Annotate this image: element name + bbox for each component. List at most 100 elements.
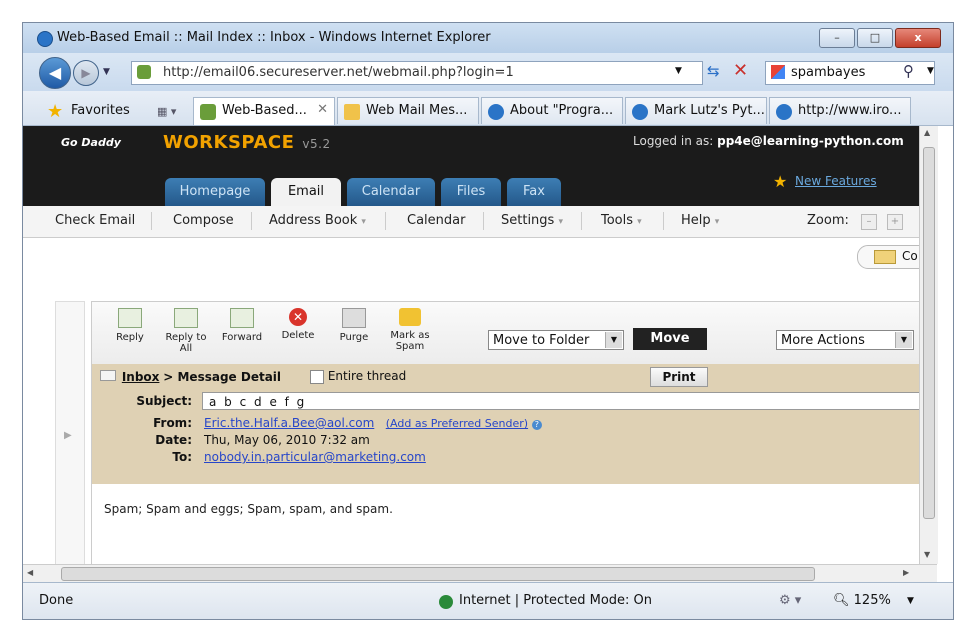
minimize-button[interactable]: –	[819, 28, 855, 48]
tab-mark-lutz[interactable]: Mark Lutz's Pyt...	[625, 97, 767, 124]
help-icon[interactable]: ?	[531, 420, 542, 430]
more-actions-select[interactable]: More Actions ▼	[776, 330, 914, 350]
search-dropdown-icon[interactable]: ▼	[927, 66, 934, 76]
zoom-in-button[interactable]: +	[887, 214, 903, 230]
url-text[interactable]: http://email06.secureserver.net/webmail.…	[163, 65, 514, 80]
maximize-button[interactable]: □	[857, 28, 893, 48]
co-button[interactable]: Co	[857, 245, 919, 269]
stop-icon[interactable]: ✕	[733, 60, 748, 81]
tab-http[interactable]: http://www.iro...	[769, 97, 911, 124]
ie-favicon-icon	[632, 104, 648, 120]
move-to-folder-select[interactable]: Move to Folder ▼	[488, 330, 624, 350]
from-address-link[interactable]: Eric.the.Half.a.Bee@aol.com	[204, 416, 374, 430]
godaddy-logo[interactable]: Go Daddy	[61, 136, 121, 149]
menu-tools[interactable]: Tools ▾	[601, 213, 642, 228]
forward-icon	[230, 308, 254, 328]
breadcrumb-inbox-link[interactable]: Inbox	[122, 370, 160, 384]
dropdown-icon: ▾	[361, 217, 366, 227]
from-line: Eric.the.Half.a.Bee@aol.com (Add as Pref…	[204, 416, 542, 430]
url-dropdown-icon[interactable]: ▼	[675, 66, 682, 76]
close-button[interactable]: x	[895, 28, 941, 48]
print-button[interactable]: Print	[650, 367, 708, 387]
add-preferred-sender-link[interactable]: (Add as Preferred Sender)	[386, 417, 528, 430]
tab-label: About "Progra...	[510, 103, 614, 118]
dropdown-icon: ▾	[637, 217, 642, 227]
back-button[interactable]: ◀	[39, 57, 71, 89]
forward-button[interactable]: ▶	[73, 60, 99, 86]
menu-address-book[interactable]: Address Book ▾	[269, 213, 366, 228]
move-button[interactable]: Move	[633, 328, 707, 350]
logged-in-user: pp4e@learning-python.com	[717, 134, 904, 148]
menu-help-label: Help	[681, 213, 711, 228]
entire-thread-label: Entire thread	[327, 369, 407, 383]
envelope-icon	[874, 250, 896, 264]
tab-calendar[interactable]: Calendar	[347, 178, 435, 206]
left-collapse-strip[interactable]: ▶	[55, 301, 85, 564]
search-value[interactable]: spambayes	[791, 65, 865, 80]
security-zone-text[interactable]: Internet | Protected Mode: On	[459, 593, 652, 608]
tab-files[interactable]: Files	[441, 178, 501, 206]
menu-calendar[interactable]: Calendar	[407, 213, 465, 228]
history-dropdown-icon[interactable]: ▼	[103, 67, 110, 77]
address-bar: ◀ ▶ ▼ http://email06.secureserver.net/we…	[23, 53, 953, 91]
vertical-scroll-thumb[interactable]	[923, 147, 935, 519]
reply-all-button[interactable]: Reply to All	[162, 306, 210, 354]
zoom-label: Zoom:	[807, 213, 849, 228]
zoom-dropdown-icon[interactable]: ▼	[907, 596, 914, 606]
reply-button[interactable]: Reply	[106, 306, 154, 343]
tab-label: Web Mail Mes...	[366, 103, 468, 118]
mark-as-spam-button[interactable]: Mark as Spam	[386, 306, 434, 352]
workspace-header: Go Daddy WORKSPACE v5.2 Logged in as: pp4…	[23, 126, 919, 206]
menu-check-email[interactable]: Check Email	[55, 213, 135, 228]
tab-email[interactable]: Email	[271, 178, 341, 206]
search-icon[interactable]: ⚲	[903, 62, 914, 80]
quick-tabs-icon[interactable]: ▦ ▾	[157, 105, 176, 118]
delete-button[interactable]: ✕ Delete	[274, 306, 322, 341]
zoom-level[interactable]: 🔍︎ 125%	[833, 593, 891, 608]
forward-button[interactable]: Forward	[218, 306, 266, 343]
date-label: Date:	[155, 433, 192, 447]
scroll-down-icon[interactable]: ▼	[924, 550, 930, 559]
logged-in-label: Logged in as:	[633, 134, 714, 148]
menu-compose[interactable]: Compose	[173, 213, 234, 228]
zoom-level-value: 125%	[853, 593, 891, 608]
forward-label: Forward	[221, 332, 263, 343]
horizontal-scroll-thumb[interactable]	[61, 567, 815, 581]
ie-favicon-icon	[776, 104, 792, 120]
site-favicon-icon	[137, 65, 151, 79]
message-header: Inbox > Message Detail Entire thread Pri…	[92, 364, 919, 484]
menu-address-book-label: Address Book	[269, 213, 358, 228]
zoom-out-button[interactable]: –	[861, 214, 877, 230]
tab-web-mail[interactable]: Web Mail Mes...	[337, 97, 479, 124]
expand-arrow-icon[interactable]: ▶	[64, 430, 72, 441]
tab-about[interactable]: About "Progra...	[481, 97, 623, 124]
menu-divider	[151, 212, 152, 230]
scroll-right-icon[interactable]: ▶	[903, 568, 909, 577]
spam-icon	[399, 308, 421, 326]
workspace-brand: WORKSPACE v5.2	[163, 132, 331, 153]
favorites-star-icon[interactable]: ★	[47, 101, 63, 122]
new-features-link[interactable]: New Features	[795, 174, 877, 188]
internet-zone-icon	[439, 595, 453, 609]
entire-thread-checkbox[interactable]	[310, 369, 324, 384]
purge-button[interactable]: Purge	[330, 306, 378, 343]
message-panel: Reply Reply to All Forward ✕ Delete Purg…	[91, 301, 919, 564]
to-address-link[interactable]: nobody.in.particular@marketing.com	[204, 450, 426, 464]
select-arrow-icon: ▼	[605, 332, 622, 348]
entire-thread-option[interactable]: Entire thread	[310, 369, 406, 384]
scroll-left-icon[interactable]: ◀	[27, 568, 33, 577]
tab-web-based[interactable]: Web-Based... ✕	[193, 97, 335, 125]
menu-settings[interactable]: Settings ▾	[501, 213, 563, 228]
workspace-version: v5.2	[302, 137, 331, 151]
menu-divider	[251, 212, 252, 230]
security-icon[interactable]: ⚙ ▾	[779, 593, 801, 608]
refresh-icon[interactable]: ⇆	[707, 62, 720, 80]
mark-as-spam-label: Mark as Spam	[390, 330, 430, 352]
page-icon	[344, 104, 360, 120]
favorites-button[interactable]: Favorites	[71, 103, 130, 118]
tab-close-icon[interactable]: ✕	[317, 102, 328, 117]
scroll-up-icon[interactable]: ▲	[924, 128, 930, 137]
tab-homepage[interactable]: Homepage	[165, 178, 265, 206]
menu-help[interactable]: Help ▾	[681, 213, 719, 228]
tab-fax[interactable]: Fax	[507, 178, 561, 206]
